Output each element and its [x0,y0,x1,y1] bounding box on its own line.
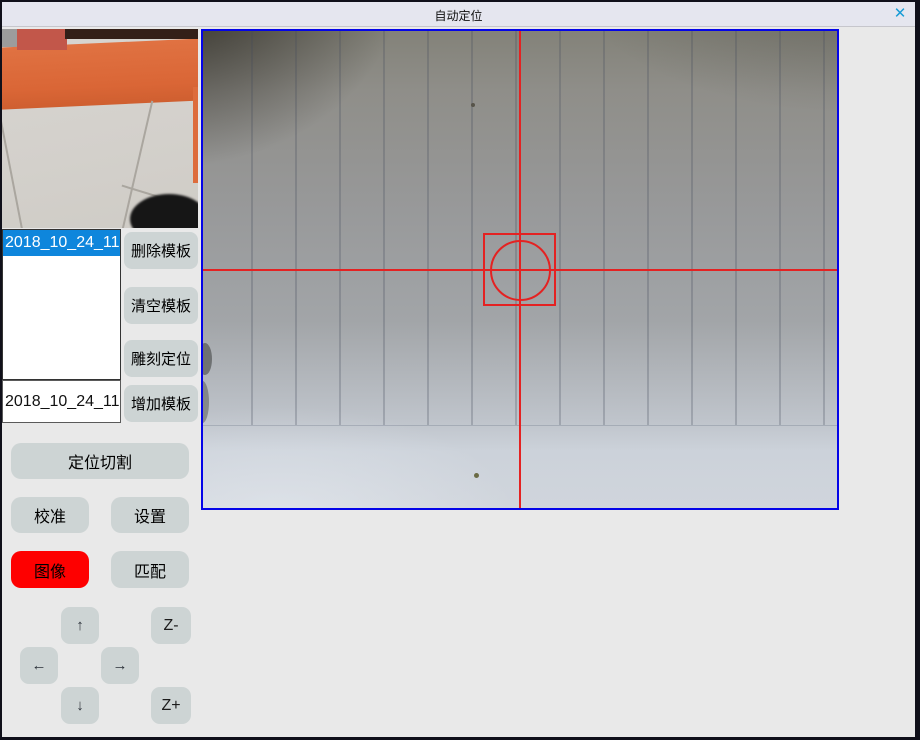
jog-left-button[interactable]: ← [20,647,58,684]
camera-speck [471,103,475,107]
settings-button[interactable]: 设置 [111,497,189,533]
target-circle [490,240,551,301]
delete-template-button[interactable]: 删除模板 [124,232,198,269]
camera-speck [474,473,479,478]
close-icon[interactable]: ✕ [891,5,909,23]
camera-viewport[interactable] [201,29,839,510]
calibrate-button[interactable]: 校准 [11,497,89,533]
clear-templates-button[interactable]: 清空模板 [124,287,198,324]
add-template-button[interactable]: 增加模板 [124,385,198,422]
thumb-orange-edge [193,87,198,183]
jog-z-minus-button[interactable]: Z- [151,607,191,644]
match-button[interactable]: 匹配 [111,551,189,588]
thumb-dark-object [130,194,198,228]
image-button[interactable]: 图像 [11,551,89,588]
template-name-field[interactable] [2,380,121,423]
auto-position-dialog: 自动定位 ✕ 2018_10_24_11 删除模板 清空模板 雕刻定位 增加模板… [0,0,920,740]
thumb-dark-strip [65,29,198,39]
position-cut-button[interactable]: 定位切割 [11,443,189,479]
jog-z-plus-button[interactable]: Z+ [151,687,191,724]
title-bar: 自动定位 ✕ [2,2,915,27]
template-list[interactable]: 2018_10_24_11 [2,229,121,380]
jog-down-button[interactable]: ↓ [61,687,99,724]
jog-up-button[interactable]: ↑ [61,607,99,644]
jog-right-button[interactable]: → [101,647,139,684]
thumb-gray-wall [2,29,18,47]
thumb-tile-grout-line [2,106,25,228]
list-item[interactable]: 2018_10_24_11 [3,230,120,256]
engrave-position-button[interactable]: 雕刻定位 [124,340,198,377]
template-thumbnail [2,29,198,228]
thumb-salmon-patch [17,29,67,50]
dialog-title: 自动定位 [2,7,915,24]
